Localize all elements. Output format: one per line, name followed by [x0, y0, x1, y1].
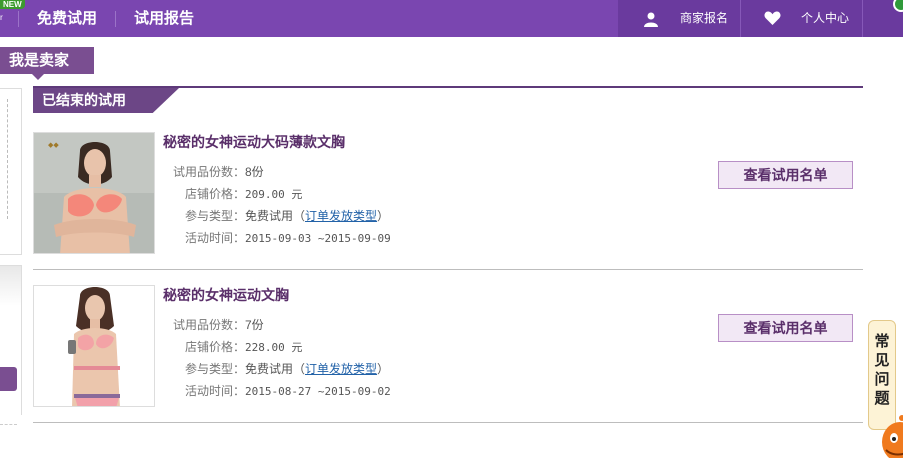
- nav-separator: [115, 11, 116, 27]
- price-value: 228.00 元: [245, 341, 303, 354]
- user-center-label: 个人中心: [801, 11, 850, 25]
- type-value: 免费试用（: [245, 362, 306, 376]
- faq-char: 题: [874, 390, 890, 407]
- view-trial-list-button[interactable]: 查看试用名单: [718, 161, 853, 189]
- nav-edge-mark: ʳ: [0, 12, 3, 26]
- trial-price: 店铺价格：209.00 元: [163, 185, 302, 202]
- product-thumbnail[interactable]: [33, 285, 155, 407]
- quantity-label: 试用品份数：: [172, 165, 245, 179]
- merchant-signup-label: 商家报名: [680, 11, 729, 25]
- trial-type: 参与类型：免费试用（订单发放类型）: [163, 207, 389, 224]
- quantity-value: 7份: [245, 318, 264, 332]
- trial-title[interactable]: 秘密的女神运动大码薄款文胸: [163, 132, 345, 152]
- view-trial-list-button[interactable]: 查看试用名单: [718, 314, 853, 342]
- quantity-value: 8份: [245, 165, 264, 179]
- new-badge: NEW: [0, 0, 25, 9]
- trial-title[interactable]: 秘密的女神运动文胸: [163, 285, 289, 305]
- top-nav-bar: NEW ʳ 免费试用 试用报告 商家报名 个人中心: [0, 0, 903, 37]
- trial-divider: [33, 422, 863, 423]
- trial-quantity: 试用品份数：7份: [163, 316, 264, 333]
- price-value: 209.00 元: [245, 188, 303, 201]
- nav-trial-report[interactable]: 试用报告: [134, 0, 194, 37]
- heart-icon: [764, 11, 781, 25]
- period-label: 活动时间：: [184, 384, 245, 398]
- svg-text:◆◆: ◆◆: [48, 142, 59, 149]
- price-label: 店铺价格：: [184, 187, 245, 201]
- faq-char: 问: [874, 371, 890, 388]
- sidebar-dashed-line: [0, 99, 8, 219]
- trial-item: ◆◆ 秘密的女神运动大码薄款文胸 试用品份数：8份 店铺价格：209.00 元 …: [33, 132, 863, 270]
- trial-quantity: 试用品份数：8份: [163, 163, 264, 180]
- trial-period: 活动时间：2015-08-27 ~2015-09-02: [163, 382, 391, 399]
- product-thumbnail[interactable]: ◆◆: [33, 132, 155, 254]
- trial-item: 秘密的女神运动文胸 试用品份数：7份 店铺价格：228.00 元 参与类型：免费…: [33, 285, 863, 423]
- order-type-link[interactable]: 订单发放类型: [305, 362, 377, 376]
- trial-divider: [33, 269, 863, 270]
- nav-free-trial[interactable]: 免费试用: [37, 0, 97, 37]
- sidebar-panel-lower: [0, 265, 22, 415]
- period-value: 2015-09-03 ~2015-09-09: [245, 232, 391, 245]
- sidebar-panel: [0, 88, 22, 255]
- price-label: 店铺价格：: [184, 340, 245, 354]
- type-label: 参与类型：: [184, 209, 245, 223]
- type-suffix: ）: [377, 209, 390, 223]
- user-icon: [644, 12, 658, 27]
- topbar-separator: [740, 0, 741, 37]
- type-suffix: ）: [377, 362, 390, 376]
- section-title: 已结束的试用: [33, 88, 179, 113]
- faq-char: 常: [874, 333, 890, 350]
- mascot-icon: [882, 415, 903, 458]
- sidebar-divider: [0, 424, 17, 425]
- trial-type: 参与类型：免费试用（订单发放类型）: [163, 360, 389, 377]
- order-type-link[interactable]: 订单发放类型: [305, 209, 377, 223]
- period-label: 活动时间：: [184, 231, 245, 245]
- type-value: 免费试用（: [245, 209, 306, 223]
- nav-separator: [18, 11, 19, 27]
- seller-tab[interactable]: 我是卖家: [0, 47, 94, 80]
- section-header-line: [33, 86, 863, 88]
- type-label: 参与类型：: [184, 362, 245, 376]
- faq-char: 见: [874, 352, 890, 369]
- quantity-label: 试用品份数：: [172, 318, 245, 332]
- product-image: ◆◆: [34, 133, 154, 253]
- product-image: [34, 286, 154, 406]
- trial-price: 店铺价格：228.00 元: [163, 338, 302, 355]
- period-value: 2015-08-27 ~2015-09-02: [245, 385, 391, 398]
- trial-period: 活动时间：2015-09-03 ~2015-09-09: [163, 229, 391, 246]
- sidebar-active-item[interactable]: [0, 367, 17, 391]
